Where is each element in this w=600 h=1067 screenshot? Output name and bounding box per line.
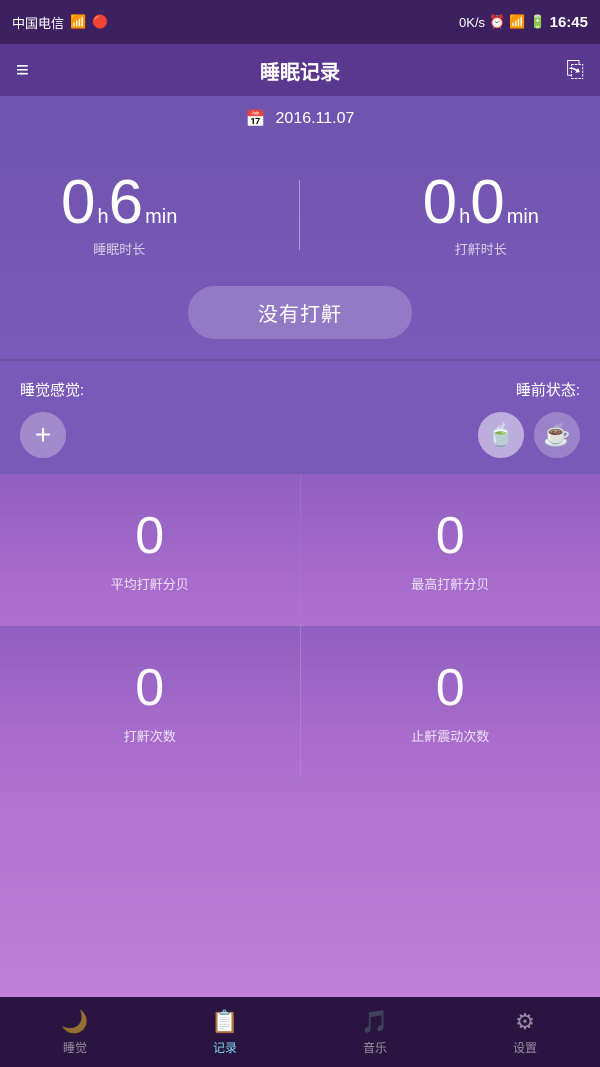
nav-label-music: 音乐	[363, 1039, 387, 1056]
coffee-empty-icon: ☕	[543, 422, 570, 448]
stat-number-snore-count: 0	[135, 658, 164, 718]
bottom-nav: 🌙 睡觉 📋 记录 🎵 音乐 ⚙ 设置	[0, 997, 600, 1067]
status-time: 16:45	[550, 14, 588, 31]
snore-duration-block: 0 h 0 min 打鼾时长	[423, 172, 539, 258]
status-carrier: 中国电信 📶 🔴	[12, 13, 108, 32]
sleep-hours-value: 0	[61, 172, 95, 234]
sleep-section: 0 h 6 min 睡眠时长 0 h 0 min 打鼾时长 没有打鼾	[0, 142, 600, 359]
duration-row: 0 h 6 min 睡眠时长 0 h 0 min 打鼾时长	[0, 172, 600, 264]
stats-section: 0 平均打鼾分贝 0 最高打鼾分贝 0 打鼾次数 0 止鼾震动次数	[0, 474, 600, 997]
network-speed: 0K/s	[459, 15, 485, 30]
nav-icon-settings: ⚙	[515, 1009, 535, 1035]
selected-date: 2016.11.07	[276, 110, 355, 128]
wifi-icon: 📶	[509, 14, 525, 30]
stat-number-avg-snore-db: 0	[135, 506, 164, 566]
stat-cell-avg-snore-db: 0 平均打鼾分贝	[0, 474, 300, 625]
alarm-icon: ⏰	[489, 14, 505, 30]
stat-number-max-snore-db: 0	[436, 506, 465, 566]
no-snore-button[interactable]: 没有打鼾	[188, 286, 412, 339]
snore-mins-value: 0	[470, 172, 504, 234]
coffee-full-icon: 🍵	[487, 422, 514, 448]
nav-icon-record: 📋	[211, 1009, 238, 1035]
sleep-duration-label: 睡眠时长	[93, 239, 145, 258]
stat-label-anti-snore-vibrations: 止鼾震动次数	[411, 726, 489, 745]
menu-icon[interactable]: ≡	[16, 57, 29, 83]
date-bar: 📅 2016.11.07	[0, 96, 600, 142]
pre-sleep-icons: 🍵 ☕	[478, 412, 580, 458]
nav-icon-music: 🎵	[361, 1009, 388, 1035]
feeling-left: 睡觉感觉: +	[20, 379, 84, 458]
sleep-mins-unit: min	[145, 206, 177, 229]
stat-cell-snore-count: 0 打鼾次数	[0, 626, 300, 777]
sleep-duration-numbers: 0 h 6 min	[61, 172, 177, 235]
pre-sleep-label: 睡前状态:	[516, 379, 580, 400]
nav-item-music[interactable]: 🎵 音乐	[300, 1009, 450, 1056]
stat-label-max-snore-db: 最高打鼾分贝	[411, 574, 489, 593]
stat-label-snore-count: 打鼾次数	[124, 726, 176, 745]
notification-icon: 🔴	[92, 14, 108, 30]
add-feeling-button[interactable]: +	[20, 412, 66, 458]
carrier-text: 中国电信	[12, 13, 64, 32]
nav-label-record: 记录	[213, 1039, 237, 1056]
nav-item-sleep[interactable]: 🌙 睡觉	[0, 1009, 150, 1056]
nav-item-settings[interactable]: ⚙ 设置	[450, 1009, 600, 1056]
status-bar: 中国电信 📶 🔴 0K/s ⏰ 📶 🔋 16:45	[0, 0, 600, 44]
calendar-icon: 📅	[246, 109, 266, 129]
coffee-full-icon-button[interactable]: 🍵	[478, 412, 524, 458]
feeling-label: 睡觉感觉:	[20, 379, 84, 400]
snore-duration-numbers: 0 h 0 min	[423, 172, 539, 235]
sleep-duration-block: 0 h 6 min 睡眠时长	[61, 172, 177, 258]
share-icon[interactable]: ⎘	[566, 57, 584, 83]
duration-divider	[299, 180, 300, 250]
snore-duration-label: 打鼾时长	[455, 239, 507, 258]
main-content: 📅 2016.11.07 0 h 6 min 睡眠时长 0 h 0 m	[0, 96, 600, 997]
snore-hours-unit: h	[459, 206, 470, 229]
feeling-section: 睡觉感觉: + 睡前状态: 🍵 ☕	[0, 361, 600, 474]
nav-label-sleep: 睡觉	[63, 1039, 87, 1056]
coffee-empty-icon-button[interactable]: ☕	[534, 412, 580, 458]
carrier-icon: 📶	[70, 14, 86, 30]
stat-label-avg-snore-db: 平均打鼾分贝	[111, 574, 189, 593]
stat-cell-anti-snore-vibrations: 0 止鼾震动次数	[301, 626, 600, 777]
snore-mins-unit: min	[507, 206, 539, 229]
feeling-right: 睡前状态: 🍵 ☕	[478, 379, 580, 458]
nav-item-record[interactable]: 📋 记录	[150, 1009, 300, 1056]
battery-icon: 🔋	[529, 14, 545, 30]
nav-icon-sleep: 🌙	[61, 1009, 88, 1035]
sleep-mins-value: 6	[109, 172, 143, 234]
stat-number-anti-snore-vibrations: 0	[436, 658, 465, 718]
page-title: 睡眠记录	[260, 56, 340, 85]
status-right: 0K/s ⏰ 📶 🔋 16:45	[459, 14, 588, 31]
stats-grid: 0 平均打鼾分贝 0 最高打鼾分贝 0 打鼾次数 0 止鼾震动次数	[0, 474, 600, 777]
nav-label-settings: 设置	[513, 1039, 537, 1056]
snore-hours-value: 0	[423, 172, 457, 234]
app-header: ≡ 睡眠记录 ⎘	[0, 44, 600, 96]
sleep-hours-unit: h	[98, 206, 109, 229]
stat-cell-max-snore-db: 0 最高打鼾分贝	[301, 474, 600, 625]
